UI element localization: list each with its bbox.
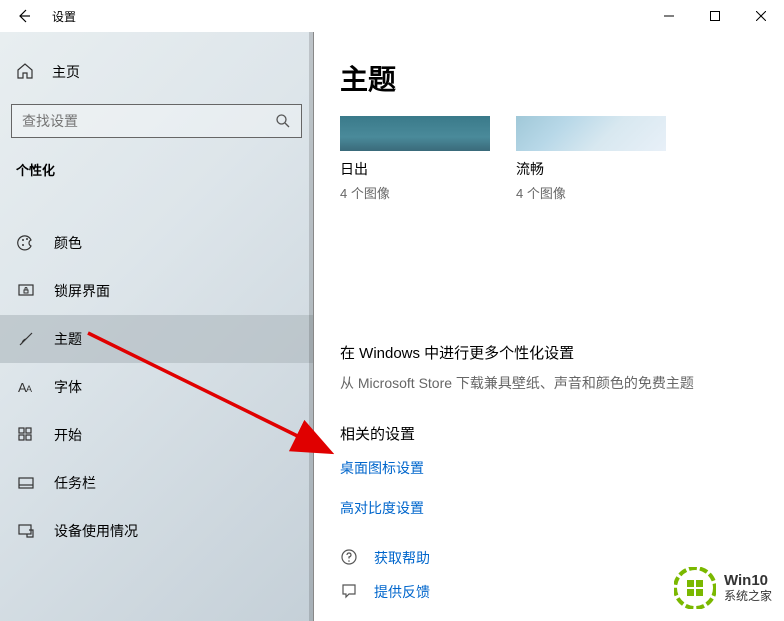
titlebar: 设置 xyxy=(0,0,784,32)
nav-lockscreen[interactable]: 锁屏界面 xyxy=(0,267,313,315)
font-icon: AA xyxy=(16,377,36,397)
close-button[interactable] xyxy=(738,0,784,32)
nav-label: 字体 xyxy=(54,377,82,397)
category-label: 个性化 xyxy=(0,160,313,179)
watermark-logo-icon xyxy=(674,567,716,609)
theme-name: 日出 xyxy=(340,159,490,179)
get-help-link[interactable]: 获取帮助 xyxy=(340,548,784,568)
maximize-button[interactable] xyxy=(692,0,738,32)
minimize-button[interactable] xyxy=(646,0,692,32)
theme-preview xyxy=(516,116,666,151)
more-settings-section: 在 Windows 中进行更多个性化设置 从 Microsoft Store 下… xyxy=(340,342,784,393)
search-icon xyxy=(275,113,291,129)
palette-icon xyxy=(16,233,36,253)
nav-start[interactable]: 开始 xyxy=(0,411,313,459)
sidebar-scrollbar[interactable] xyxy=(309,32,313,621)
sidebar: 主页 个性化 颜色 锁屏界面 xyxy=(0,32,314,621)
related-section: 相关的设置 桌面图标设置 高对比度设置 xyxy=(340,423,784,518)
nav-taskbar[interactable]: 任务栏 xyxy=(0,459,313,507)
theme-sub: 4 个图像 xyxy=(516,183,666,202)
link-high-contrast[interactable]: 高对比度设置 xyxy=(340,498,784,518)
nav-label: 开始 xyxy=(54,425,82,445)
home-label: 主页 xyxy=(52,62,80,82)
start-grid-icon xyxy=(16,425,36,445)
watermark-line1: Win10 xyxy=(724,573,772,590)
home-icon xyxy=(16,62,36,82)
svg-text:A: A xyxy=(26,384,32,394)
nav-label: 锁屏界面 xyxy=(54,281,110,301)
feedback-icon xyxy=(340,582,360,602)
nav-colors[interactable]: 颜色 xyxy=(0,219,313,267)
lock-screen-icon xyxy=(16,281,36,301)
themes-row: 日出 4 个图像 流畅 4 个图像 xyxy=(340,116,784,202)
more-settings-heading: 在 Windows 中进行更多个性化设置 xyxy=(340,342,784,363)
theme-card-sunrise[interactable]: 日出 4 个图像 xyxy=(340,116,490,202)
theme-preview xyxy=(340,116,490,151)
content-area: 主题 日出 4 个图像 流畅 4 个图像 在 Windows 中进行更多个性化设… xyxy=(314,32,784,621)
device-usage-icon xyxy=(16,521,36,541)
footer-link-label: 提供反馈 xyxy=(374,582,430,602)
nav-label: 任务栏 xyxy=(54,473,96,493)
more-settings-sub: 从 Microsoft Store 下载兼具壁纸、声音和颜色的免费主题 xyxy=(340,373,784,393)
nav-device-usage[interactable]: 设备使用情况 xyxy=(0,507,313,555)
theme-sub: 4 个图像 xyxy=(340,183,490,202)
help-icon xyxy=(340,548,360,568)
back-button[interactable] xyxy=(4,0,44,32)
nav-themes[interactable]: 主题 xyxy=(0,315,313,363)
watermark: Win10 系统之家 xyxy=(674,567,772,609)
search-input[interactable] xyxy=(22,113,275,129)
back-arrow-icon xyxy=(16,8,32,24)
watermark-line2: 系统之家 xyxy=(724,590,772,603)
nav-label: 设备使用情况 xyxy=(54,521,138,541)
window-title: 设置 xyxy=(52,8,76,25)
search-box[interactable] xyxy=(11,104,302,138)
window-controls xyxy=(646,0,784,32)
brush-icon xyxy=(16,329,36,349)
nav-fonts[interactable]: AA 字体 xyxy=(0,363,313,411)
home-nav[interactable]: 主页 xyxy=(0,52,313,92)
theme-card-smooth[interactable]: 流畅 4 个图像 xyxy=(516,116,666,202)
related-heading: 相关的设置 xyxy=(340,423,784,444)
page-title: 主题 xyxy=(340,58,784,98)
theme-name: 流畅 xyxy=(516,159,666,179)
nav-label: 主题 xyxy=(54,329,82,349)
nav-label: 颜色 xyxy=(54,233,82,253)
footer-link-label: 获取帮助 xyxy=(374,548,430,568)
link-desktop-icons[interactable]: 桌面图标设置 xyxy=(340,458,784,478)
taskbar-icon xyxy=(16,473,36,493)
